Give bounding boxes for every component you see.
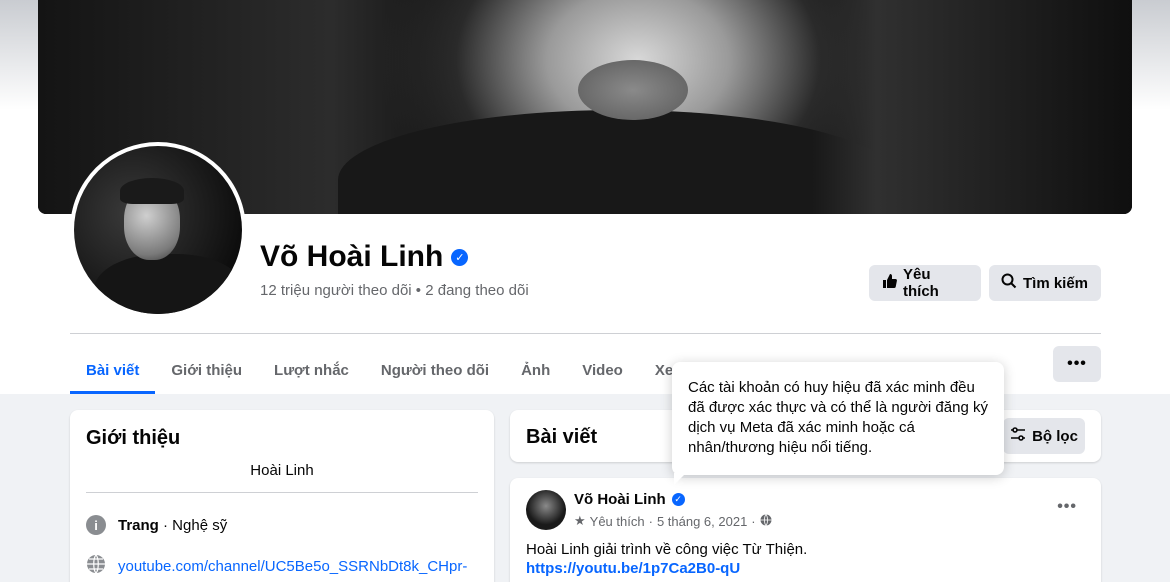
page-category: · Nghệ sỹ [158, 516, 228, 534]
globe-icon [86, 554, 106, 578]
tab-videos[interactable]: Video [566, 346, 639, 394]
search-button-label: Tìm kiếm [1023, 274, 1089, 292]
post-meta-label: Yêu thích [589, 513, 645, 529]
verified-badge-icon[interactable]: ✓ [671, 493, 685, 506]
intro-title: Giới thiệu [86, 427, 181, 449]
tooltip-text: Các tài khoản có huy hiệu đã xác minh đề… [688, 379, 988, 456]
tab-photos[interactable]: Ảnh [505, 346, 566, 394]
like-button[interactable]: Yêu thích [869, 265, 981, 301]
post-link[interactable]: https://youtu.be/1p7Ca2B0-qU [526, 560, 740, 577]
thumbs-up-icon [881, 273, 897, 293]
search-button[interactable]: Tìm kiếm [989, 265, 1101, 301]
star-icon: ★ [574, 513, 586, 528]
post-meta: ★ Yêu thích · 5 tháng 6, 2021 · [574, 513, 772, 529]
intro-card: Giới thiệu Hoài Linh i Trang · Nghệ sỹ y… [70, 410, 494, 582]
info-icon: i [86, 515, 106, 535]
follower-count[interactable]: 12 triệu người theo dõi • 2 đang theo dõ… [260, 282, 529, 299]
post-text: Hoài Linh giải trình về công việc Từ Thi… [526, 541, 808, 558]
intro-alias: Hoài Linh [250, 462, 314, 479]
more-options-button[interactable]: ••• [1053, 346, 1101, 382]
post-date[interactable]: 5 tháng 6, 2021 [657, 514, 747, 529]
intro-divider [86, 492, 478, 493]
tab-posts[interactable]: Bài viết [70, 346, 156, 394]
filter-button[interactable]: Bộ lọc [1003, 418, 1085, 454]
tab-mentions[interactable]: Lượt nhắc [258, 346, 365, 394]
post-author-name[interactable]: Võ Hoài Linh ✓ [574, 491, 685, 508]
post-options-icon[interactable]: ••• [1057, 498, 1077, 516]
post-author-avatar[interactable] [526, 490, 566, 530]
profile-avatar[interactable] [70, 142, 246, 318]
profile-tabs: Bài viết Giới thiệu Lượt nhắc Người theo… [70, 346, 754, 394]
website-row: youtube.com/channel/UC5Be5o_SSRNbDt8k_CH… [86, 554, 467, 578]
header-divider [70, 333, 1101, 334]
profile-name: Võ Hoài Linh ✓ [260, 240, 469, 274]
filter-button-label: Bộ lọc [1032, 427, 1078, 445]
tab-about[interactable]: Giới thiệu [155, 346, 258, 394]
page-type-label: Trang [118, 516, 159, 534]
profile-name-text: Võ Hoài Linh [260, 240, 444, 273]
post-card: Võ Hoài Linh ✓ ★ Yêu thích · 5 tháng 6, … [510, 478, 1101, 582]
verified-tooltip: Các tài khoản có huy hiệu đã xác minh đề… [672, 362, 1004, 485]
search-icon [1001, 273, 1017, 293]
website-link[interactable]: youtube.com/channel/UC5Be5o_SSRNbDt8k_CH… [118, 558, 467, 575]
verified-badge-icon[interactable]: ✓ [451, 248, 469, 266]
page-category-row: i Trang · Nghệ sỹ [86, 515, 227, 535]
globe-icon [760, 513, 772, 529]
like-button-label: Yêu thích [903, 266, 939, 300]
posts-title: Bài viết [526, 426, 598, 448]
filter-icon [1010, 426, 1026, 446]
tab-followers[interactable]: Người theo dõi [365, 346, 505, 394]
